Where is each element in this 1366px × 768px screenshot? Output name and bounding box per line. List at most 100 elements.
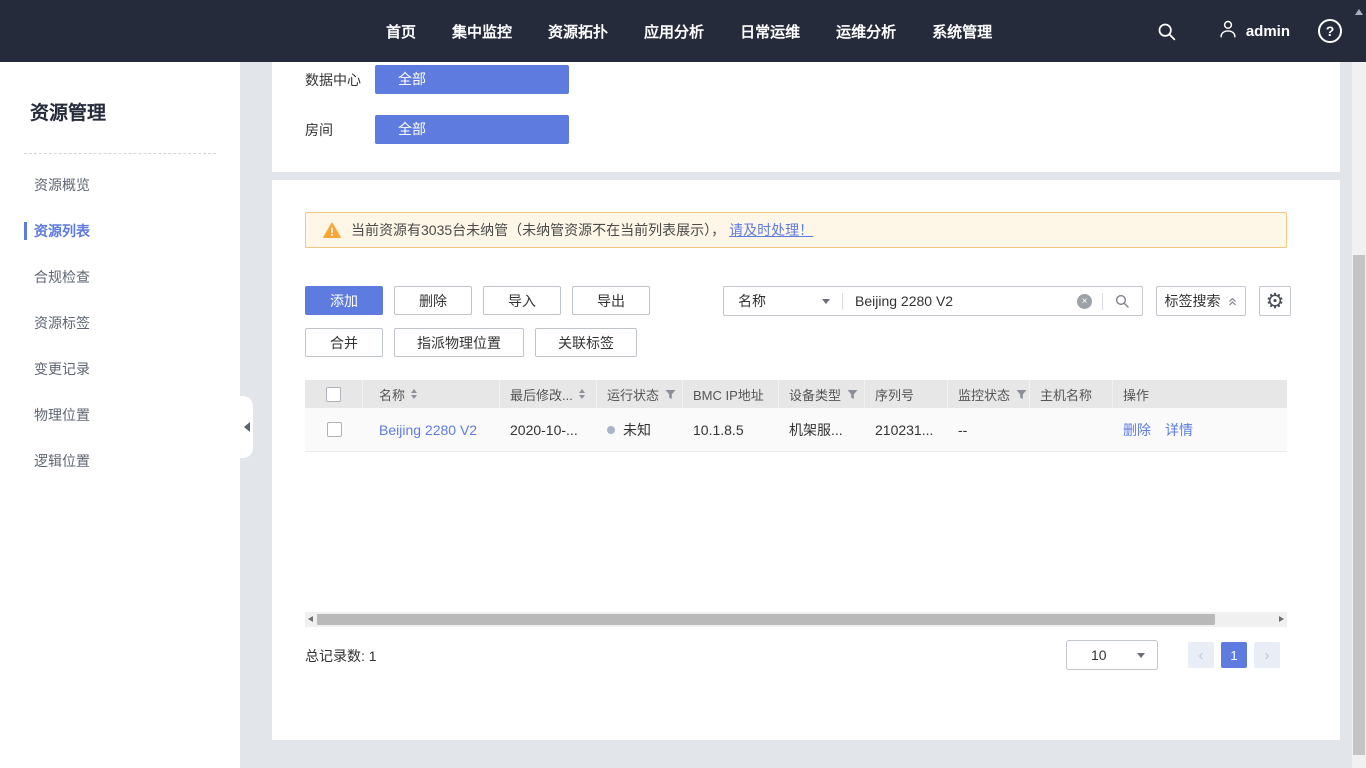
sidebar-item-resource-tags[interactable]: 资源标签 <box>0 300 240 346</box>
datacenter-value-all[interactable]: 全部 <box>375 65 569 94</box>
cell-name: Beijing 2280 V2 <box>363 422 500 438</box>
help-icon[interactable]: ? <box>1318 19 1342 43</box>
link-tag-button[interactable]: 关联标签 <box>535 328 637 357</box>
gear-icon: ⚙ <box>1266 291 1285 312</box>
th-device-type[interactable]: 设备类型 <box>779 380 865 408</box>
row-detail-link[interactable]: 详情 <box>1165 420 1193 440</box>
th-last-modified[interactable]: 最后修改... <box>500 380 597 408</box>
datacenter-label: 数据中心 <box>305 70 375 90</box>
navbar-right-cluster: admin ? <box>1145 0 1342 62</box>
table-header: 名称 最后修改... 运行状态 BMC IP地址 设备类型 序列号 <box>305 380 1287 408</box>
toolbar-row-2: 合并 指派物理位置 关联标签 <box>305 328 637 357</box>
th-bmc-ip: BMC IP地址 <box>683 380 779 408</box>
scroll-right-icon[interactable] <box>1279 616 1284 622</box>
prev-page-button[interactable]: ‹ <box>1188 642 1214 668</box>
alert-message: 当前资源有3035台未纳管（未纳管资源不在当前列表展示）， <box>351 220 725 240</box>
import-button[interactable]: 导入 <box>483 286 561 315</box>
filter-panel: 数据中心 全部 房间 全部 <box>272 62 1340 172</box>
vertical-scrollbar[interactable] <box>1352 62 1366 768</box>
user-icon <box>1217 18 1239 44</box>
nav-item-ops-analysis[interactable]: 运维分析 <box>836 21 896 42</box>
assign-physical-location-button[interactable]: 指派物理位置 <box>394 328 524 357</box>
sidebar-collapse-handle[interactable] <box>240 396 253 458</box>
vertical-scrollbar-thumb[interactable] <box>1353 255 1365 755</box>
cell-serial-number: 210231... <box>865 422 948 438</box>
sidebar-divider <box>24 153 216 154</box>
double-chevron-up-icon <box>1227 296 1238 307</box>
horizontal-scrollbar-thumb[interactable] <box>317 614 1215 625</box>
page-1-button[interactable]: 1 <box>1221 642 1247 668</box>
tag-search-label: 标签搜索 <box>1165 291 1221 311</box>
sidebar-item-compliance-check[interactable]: 合规检查 <box>0 254 240 300</box>
filter-funnel-icon[interactable] <box>1016 389 1027 400</box>
export-button[interactable]: 导出 <box>572 286 650 315</box>
horizontal-scrollbar[interactable] <box>305 612 1287 627</box>
scroll-up-icon[interactable] <box>1355 9 1363 15</box>
cell-run-status: 未知 <box>597 420 683 440</box>
resource-name-link[interactable]: Beijing 2280 V2 <box>379 422 477 438</box>
nav-item-app-analysis[interactable]: 应用分析 <box>644 21 704 42</box>
room-label: 房间 <box>305 120 375 140</box>
cell-select <box>305 422 363 437</box>
add-button[interactable]: 添加 <box>305 286 383 315</box>
username-label: admin <box>1246 23 1290 40</box>
filter-funnel-icon[interactable] <box>665 389 676 400</box>
th-select-all <box>305 380 363 408</box>
resource-table: 名称 最后修改... 运行状态 BMC IP地址 设备类型 序列号 <box>305 380 1287 452</box>
filter-row-datacenter: 数据中心 全部 <box>305 65 569 94</box>
delete-button[interactable]: 删除 <box>394 286 472 315</box>
sidebar-item-logical-location[interactable]: 逻辑位置 <box>0 438 240 484</box>
alert-handle-link[interactable]: 请及时处理！ <box>729 220 813 240</box>
scroll-left-icon[interactable] <box>308 616 313 622</box>
th-monitor-status[interactable]: 监控状态 <box>948 380 1030 408</box>
nav-item-daily-operations[interactable]: 日常运维 <box>740 21 800 42</box>
chevron-down-icon <box>822 299 830 304</box>
clear-search-icon[interactable]: × <box>1077 294 1092 309</box>
unmanaged-alert-banner: 当前资源有3035台未纳管（未纳管资源不在当前列表展示）， 请及时处理！ <box>305 212 1287 248</box>
run-status-label: 未知 <box>623 420 651 440</box>
th-name[interactable]: 名称 <box>363 380 500 408</box>
search-input[interactable] <box>843 288 1077 314</box>
main-menu: 首页 集中监控 资源拓扑 应用分析 日常运维 运维分析 系统管理 <box>386 0 992 62</box>
nav-item-home[interactable]: 首页 <box>386 21 416 42</box>
search-controls: 名称 × 标签搜索 ⚙ <box>723 286 1291 316</box>
global-search-icon[interactable] <box>1156 21 1177 42</box>
sidebar: 资源管理 资源概览 资源列表 合规检查 资源标签 变更记录 物理位置 逻辑位置 <box>0 62 240 768</box>
th-serial-number: 序列号 <box>865 380 948 408</box>
nav-item-resource-topology[interactable]: 资源拓扑 <box>548 21 608 42</box>
table-row: Beijing 2280 V2 2020-10-... 未知 10.1.8.5 … <box>305 408 1287 452</box>
total-records-label: 总记录数: 1 <box>305 646 377 666</box>
user-menu[interactable]: admin <box>1217 18 1290 44</box>
th-hostname: 主机名称 <box>1030 380 1113 408</box>
column-settings-button[interactable]: ⚙ <box>1259 286 1291 316</box>
sidebar-item-change-records[interactable]: 变更记录 <box>0 346 240 392</box>
th-actions: 操作 <box>1113 380 1287 408</box>
nav-item-central-monitoring[interactable]: 集中监控 <box>452 21 512 42</box>
merge-button[interactable]: 合并 <box>305 328 383 357</box>
sidebar-item-resource-overview[interactable]: 资源概览 <box>0 162 240 208</box>
search-category-value: 名称 <box>738 291 766 311</box>
th-run-status[interactable]: 运行状态 <box>597 380 683 408</box>
room-value-all[interactable]: 全部 <box>375 115 569 144</box>
search-box: 名称 × <box>723 286 1143 316</box>
sort-icon[interactable] <box>411 389 417 399</box>
row-delete-link[interactable]: 删除 <box>1123 420 1151 440</box>
page-size-select[interactable]: 10 <box>1066 640 1158 670</box>
filter-funnel-icon[interactable] <box>847 389 858 400</box>
nav-item-system-management[interactable]: 系统管理 <box>932 21 992 42</box>
sidebar-item-physical-location[interactable]: 物理位置 <box>0 392 240 438</box>
cell-last-modified: 2020-10-... <box>500 422 597 438</box>
sort-icon[interactable] <box>579 389 585 399</box>
top-navbar: 首页 集中监控 资源拓扑 应用分析 日常运维 运维分析 系统管理 admin ? <box>0 0 1366 62</box>
toolbar-row-1: 添加 删除 导入 导出 <box>305 286 650 315</box>
sidebar-item-resource-list[interactable]: 资源列表 <box>0 208 240 254</box>
filter-row-room: 房间 全部 <box>305 115 569 144</box>
row-checkbox[interactable] <box>327 422 342 437</box>
search-submit-icon[interactable] <box>1114 293 1130 309</box>
select-all-checkbox[interactable] <box>326 387 341 402</box>
cell-device-type: 机架服... <box>779 420 865 440</box>
tag-search-button[interactable]: 标签搜索 <box>1156 286 1246 316</box>
search-category-dropdown[interactable]: 名称 <box>724 291 842 311</box>
sidebar-title: 资源管理 <box>30 98 240 125</box>
next-page-button[interactable]: › <box>1254 642 1280 668</box>
